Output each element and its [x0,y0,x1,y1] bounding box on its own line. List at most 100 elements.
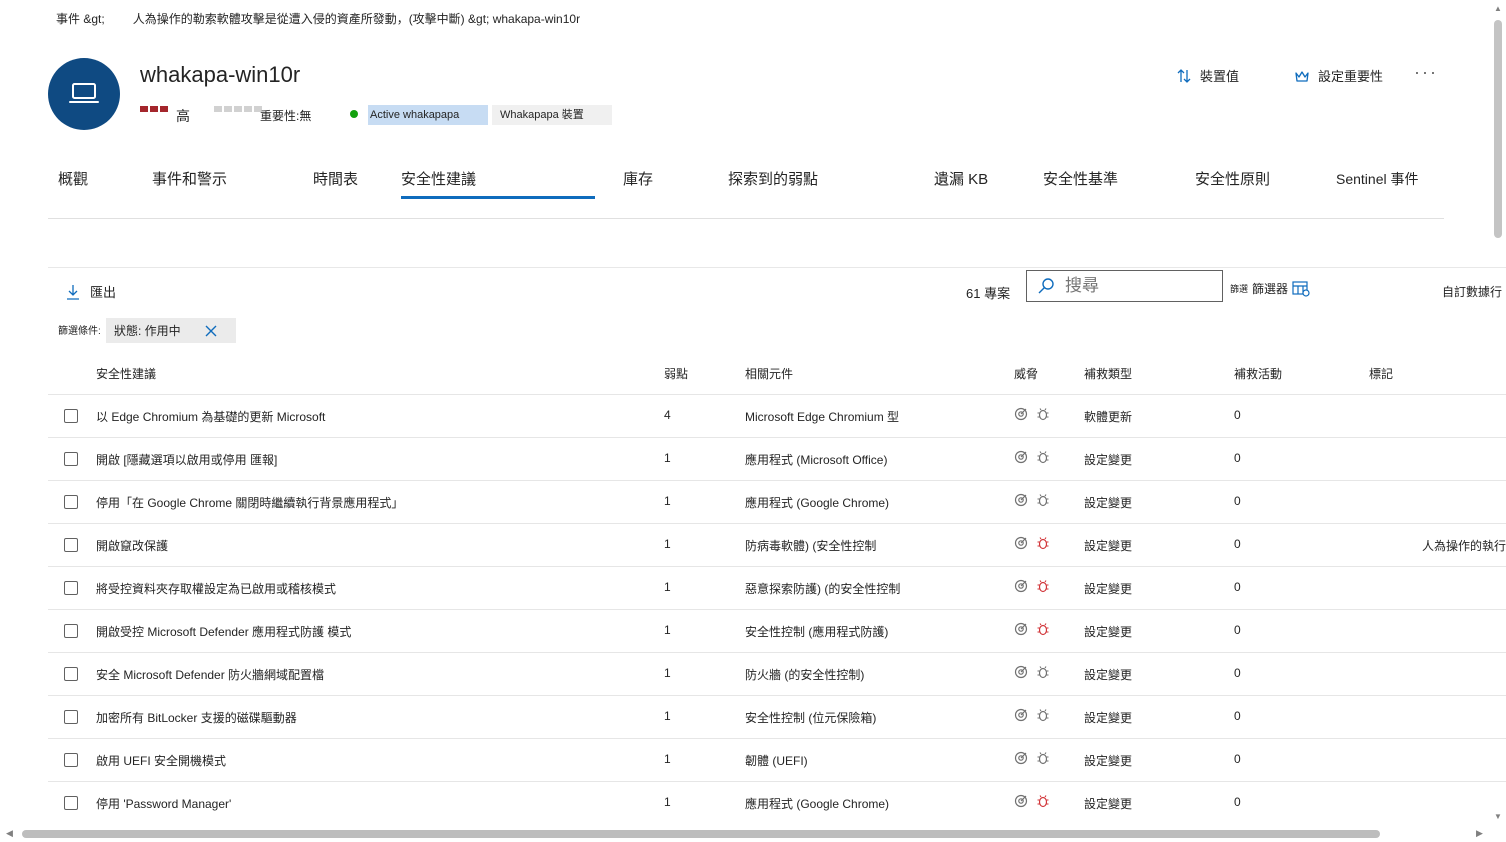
row-checkbox[interactable] [64,538,78,552]
recommendation-cell[interactable]: 開啟 [隱藏選項以啟用或停用 匯報] [96,451,277,468]
table-row[interactable]: 加密所有 BitLocker 支援的磁碟驅動器 1 安全性控制 (位元保險箱) 設定變… [48,695,1506,739]
row-checkbox[interactable] [64,624,78,638]
component-cell: 應用程式 (Google Chrome) [745,496,890,510]
row-checkbox[interactable] [64,710,78,724]
device-tag-active: Active whakapapa [368,105,488,125]
table-row[interactable]: 開啟受控 Microsoft Defender 應用程式防護 模式 1 安全性控制 … [48,609,1506,653]
breadcrumb-incident-link[interactable]: 人為操作的勒索軟體攻擊是從遭入侵的資產所發動，(攻擊中斷) &gt; whaka… [133,12,580,26]
tab-missing-kbs[interactable]: 遺漏 KB [934,168,988,189]
recommendation-cell[interactable]: 停用「在 Google Chrome 關閉時繼續執行背景應用程式」 [96,494,403,511]
recommendation-cell[interactable]: 開啟受控 Microsoft Defender 應用程式防護 模式 [96,623,351,640]
bug-icon [1037,494,1049,507]
breadcrumb-incidents-link[interactable]: 事件 &gt; [56,12,105,26]
scroll-down-icon[interactable]: ▼ [1494,812,1502,821]
tag-cell: 人為操作的執行 [1422,539,1506,553]
criticality-label: 重要性:無 [260,109,312,123]
filters-label: 篩選器 [1252,282,1289,296]
remediation-activities-cell: 0 [1234,623,1241,637]
tab-inventory[interactable]: 庫存 [623,168,653,189]
recommendation-cell[interactable]: 以 Edge Chromium 為基礎的更新 Microsoft [96,408,325,425]
search-box [1026,270,1223,302]
weaknesses-cell: 1 [664,623,671,637]
row-checkbox[interactable] [64,581,78,595]
status-dot-icon [350,110,358,118]
table-row[interactable]: 停用 'Password Manager' 1 應用程式 (Google Chrom… [48,781,1506,825]
remediation-type-cell: 設定變更 [1084,711,1133,725]
recommendation-cell[interactable]: 停用 'Password Manager' [96,795,231,812]
table-row[interactable]: 以 Edge Chromium 為基礎的更新 Microsoft 4 Microso… [48,394,1506,438]
recommendation-cell[interactable]: 開啟竄改保護 [96,537,168,554]
row-checkbox[interactable] [64,495,78,509]
tab-overview[interactable]: 概觀 [58,168,88,189]
scroll-right-icon[interactable]: ▶ [1476,828,1483,839]
filter-chip-status: 狀態: 作用中 [106,318,236,343]
weaknesses-cell: 1 [664,709,671,723]
laptop-icon [69,83,99,103]
tab-security-recommendations[interactable]: 安全性建議 [401,168,476,189]
column-header-recommendation[interactable]: 安全性建議 [96,365,156,382]
tab-discovered-vulnerabilities[interactable]: 探索到的弱點 [728,168,818,189]
export-button[interactable]: 匯出 [66,282,116,301]
column-header-remediation-type[interactable]: 補救類型 [1084,365,1132,382]
device-avatar [48,58,120,130]
filters-button[interactable]: 篩選 篩選器 [1230,280,1310,297]
active-tab-indicator [401,196,595,199]
recommendation-cell[interactable]: 加密所有 BitLocker 支援的磁碟驅動器 [96,709,297,726]
tab-timeline[interactable]: 時間表 [313,168,358,189]
recommendation-cell[interactable]: 安全 Microsoft Defender 防火牆網域配置檔 [96,666,324,683]
recommendation-cell[interactable]: 啟用 UEFI 安全開機模式 [96,752,226,769]
remediation-activities-cell: 0 [1234,752,1241,766]
device-value-button[interactable]: 裝置值 [1176,66,1239,85]
remediation-activities-cell: 0 [1234,408,1241,422]
tab-sentinel-events[interactable]: Sentinel 事件 [1336,169,1418,189]
remediation-activities-cell: 0 [1234,494,1241,508]
remediation-activities-cell: 0 [1234,795,1241,809]
vertical-scrollbar[interactable] [1494,20,1502,238]
weaknesses-cell: 1 [664,494,671,508]
row-checkbox[interactable] [64,667,78,681]
tab-security-baselines[interactable]: 安全性基準 [1043,168,1118,189]
remediation-activities-cell: 0 [1234,709,1241,723]
column-header-weaknesses[interactable]: 弱點 [664,365,688,382]
weaknesses-cell: 4 [664,408,671,422]
component-cell: 防火牆 (的安全性控制) [745,668,865,682]
row-checkbox[interactable] [64,796,78,810]
recommendation-cell[interactable]: 將受控資料夾存取權設定為已啟用或稽核模式 [96,580,336,597]
row-checkbox[interactable] [64,409,78,423]
table-row[interactable]: 停用「在 Google Chrome 關閉時繼續執行背景應用程式」 1 應用程式 (… [48,480,1506,524]
table-row[interactable]: 啟用 UEFI 安全開機模式 1 韌體 (UEFI) 設定變更 0 [48,738,1506,782]
table-row[interactable]: 將受控資料夾存取權設定為已啟用或稽核模式 1 惡意探索防護) (的安全性控制 設定變更… [48,566,1506,610]
column-header-tags[interactable]: 標記 [1369,365,1393,382]
criticality-indicator [214,106,262,112]
table-row[interactable]: 開啟竄改保護 1 防病毒軟體) (安全性控制 設定變更 0 人為操作的執行 [48,523,1506,567]
row-checkbox[interactable] [64,452,78,466]
scroll-up-icon[interactable]: ▲ [1494,4,1502,13]
more-actions-button[interactable]: ··· [1414,62,1438,83]
row-checkbox[interactable] [64,753,78,767]
remediation-type-cell: 設定變更 [1084,453,1133,467]
remediation-activities-cell: 0 [1234,451,1241,465]
column-header-remediation-activities[interactable]: 補救活動 [1234,365,1282,382]
exploit-target-icon [1014,665,1028,679]
set-criticality-button[interactable]: 設定重要性 [1294,66,1383,85]
column-header-threats[interactable]: 威脅 [1014,365,1038,382]
scroll-left-icon[interactable]: ◀ [6,828,13,839]
tab-security-policies[interactable]: 安全性原則 [1195,168,1270,189]
horizontal-scrollbar[interactable] [22,830,1380,838]
tab-incidents-alerts[interactable]: 事件和警示 [152,168,227,189]
table-row[interactable]: 開啟 [隱藏選項以啟用或停用 匯報] 1 應用程式 (Microsoft Offic… [48,437,1506,481]
component-cell: 安全性控制 (位元保險箱) [745,711,877,725]
close-icon[interactable] [204,324,218,338]
filter-chip-label: 狀態: 作用中 [114,324,181,338]
exploit-target-icon [1014,493,1028,507]
customize-columns-button[interactable]: 自訂數據行 [1442,283,1502,300]
device-tag-device: Whakapapa 裝置 [492,105,612,125]
table-row[interactable]: 安全 Microsoft Defender 防火牆網域配置檔 1 防火牆 (的安全性… [48,652,1506,696]
search-input[interactable] [1063,275,1207,297]
weaknesses-cell: 1 [664,537,671,551]
crown-icon [1295,70,1309,82]
set-criticality-label: 設定重要性 [1318,69,1384,84]
bug-icon [1037,795,1049,808]
column-header-component[interactable]: 相關元件 [745,365,793,382]
download-icon [67,284,79,300]
